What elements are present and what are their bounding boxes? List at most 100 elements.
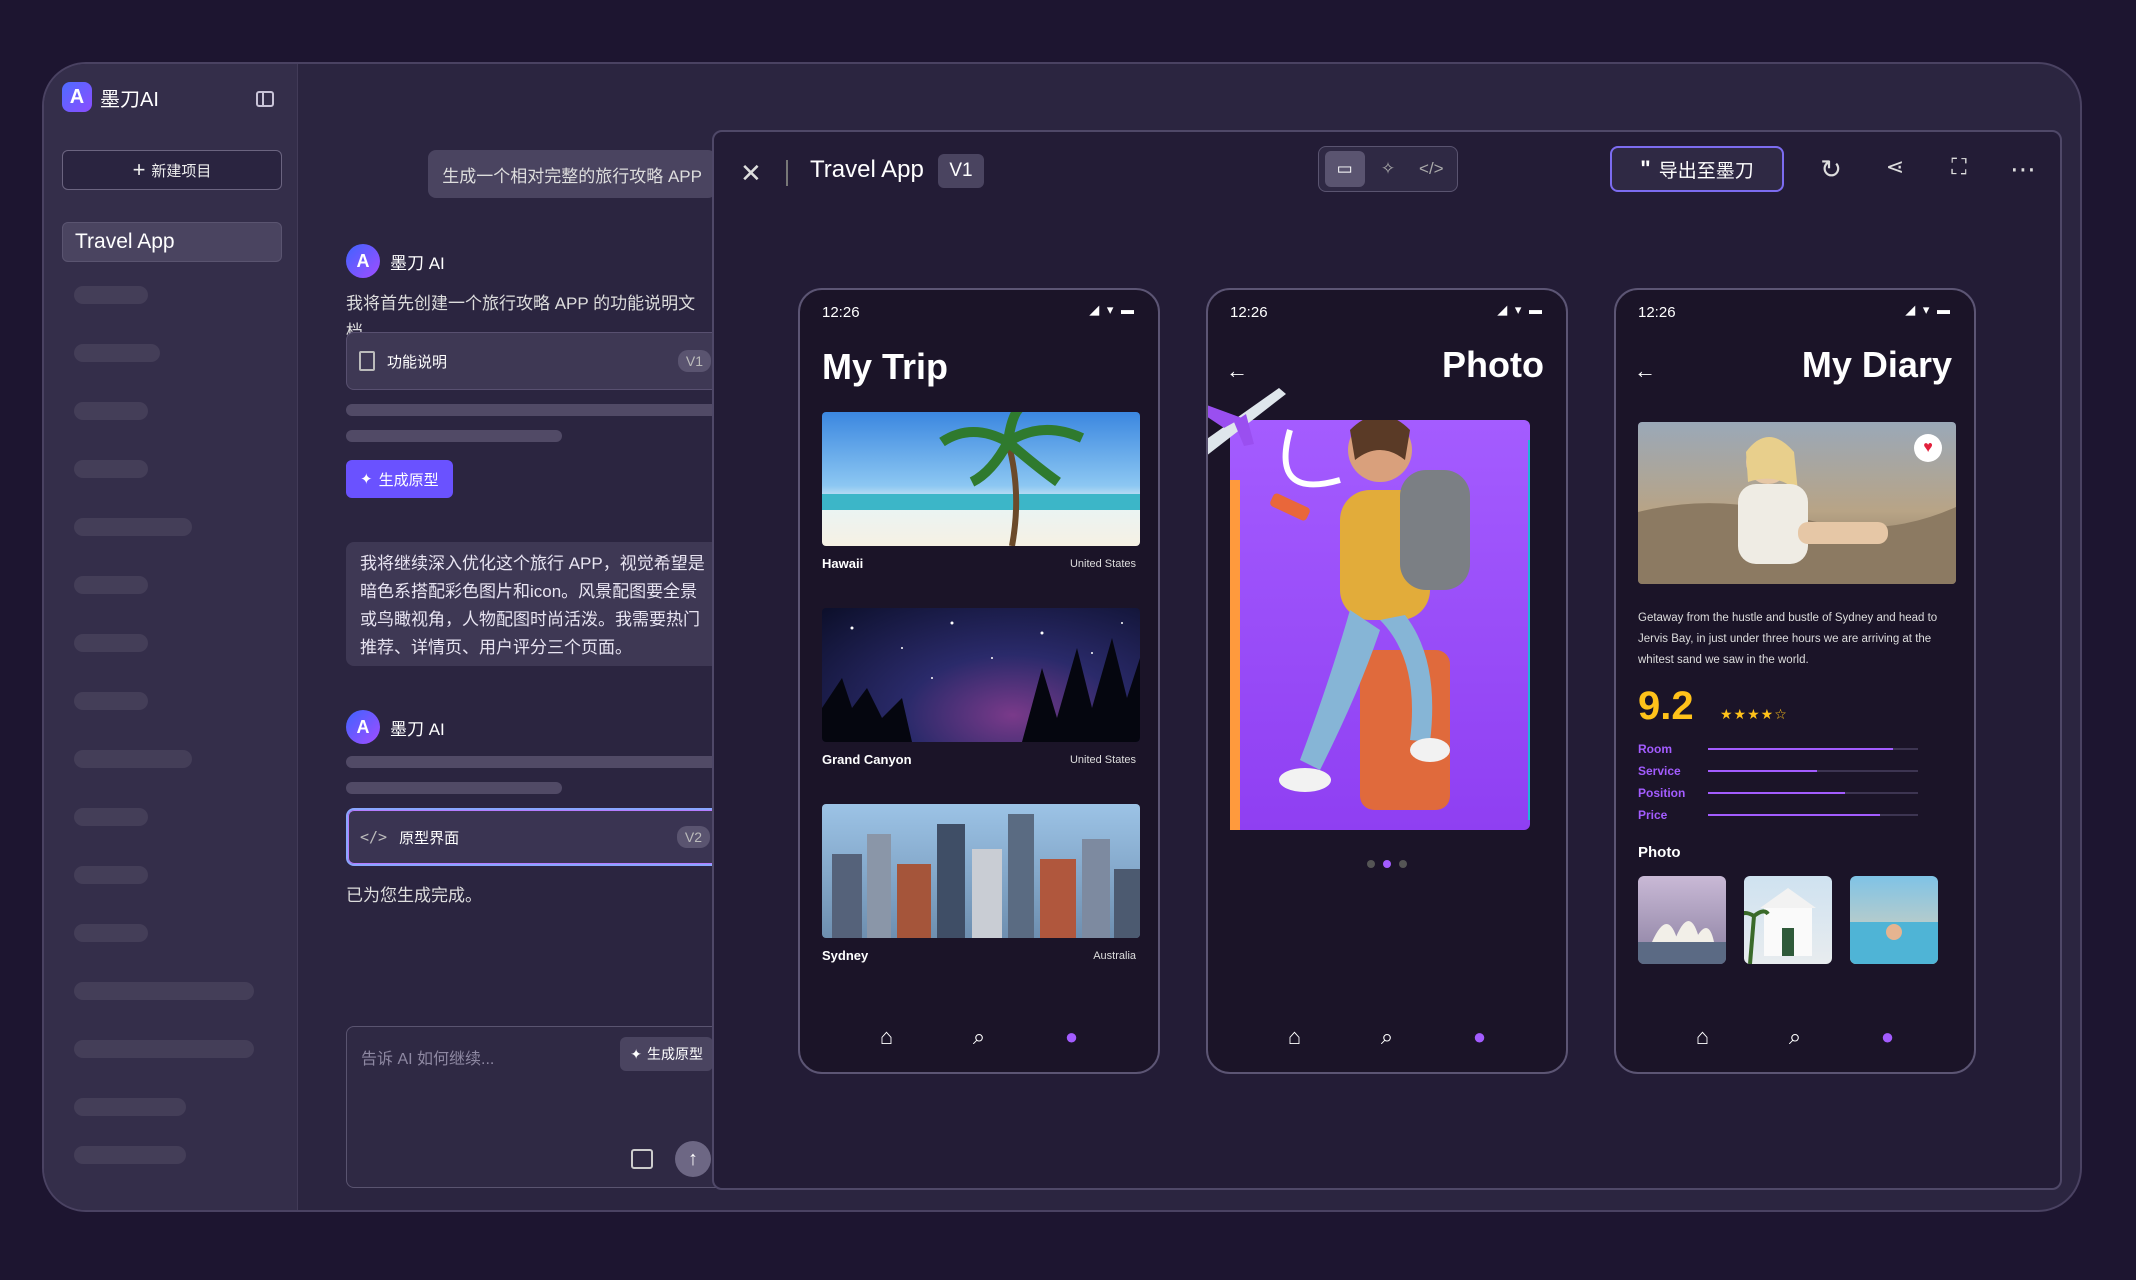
- bottom-nav: ⌂ ⌕ ●: [1208, 1024, 1566, 1050]
- sidebar: A 墨刀AI + 新建项目 Travel App: [44, 64, 298, 1210]
- ai-avatar-icon: A: [346, 710, 380, 744]
- destination-name: Sydney: [822, 948, 869, 963]
- home-icon[interactable]: ⌂: [1696, 1024, 1709, 1050]
- sidebar-placeholder: [74, 692, 148, 710]
- rating-fill: [1708, 792, 1845, 794]
- doc-card-prototype[interactable]: </> 原型界面 V2: [346, 808, 724, 866]
- profile-icon[interactable]: ●: [1473, 1024, 1486, 1050]
- refresh-icon[interactable]: ↻: [1816, 154, 1846, 185]
- fullscreen-icon[interactable]: ⛶: [1944, 154, 1974, 180]
- code-mode-icon[interactable]: </>: [1411, 151, 1451, 187]
- destination-image-sydney[interactable]: [822, 804, 1140, 938]
- close-icon[interactable]: ✕: [740, 158, 762, 189]
- phone-photo: 12:26 ◢ ▾ ▬ ← Photo ⌂ ⌕ ●: [1206, 288, 1568, 1074]
- sidebar-item-travel-app[interactable]: Travel App: [62, 222, 282, 262]
- plus-icon: +: [132, 157, 146, 182]
- traveler-photo[interactable]: [1230, 415, 1540, 830]
- destination-image-grand-canyon[interactable]: [822, 608, 1140, 742]
- sidebar-placeholder: [74, 344, 160, 362]
- diary-photo[interactable]: ♥: [1638, 422, 1956, 584]
- search-icon[interactable]: ⌕: [1789, 1024, 1801, 1050]
- generate-prototype-button[interactable]: ✦ 生成原型: [346, 460, 453, 498]
- bottom-nav: ⌂ ⌕ ●: [800, 1024, 1158, 1050]
- preview-mode-icon[interactable]: ▭: [1324, 151, 1365, 187]
- doc-card-feature-spec[interactable]: 功能说明 V1: [346, 332, 724, 390]
- screen-title: My Trip: [822, 346, 949, 387]
- photo-thumbnail-pool[interactable]: [1850, 876, 1938, 964]
- done-message: 已为您生成完成。: [346, 886, 482, 905]
- view-mode-toggle: ▭ ✧ </>: [1318, 146, 1458, 192]
- home-icon[interactable]: ⌂: [880, 1024, 893, 1050]
- divider: [786, 160, 788, 186]
- sidebar-toggle-icon[interactable]: [256, 91, 274, 107]
- phone-my-diary: 12:26 ◢ ▾ ▬ ← My Diary ♥ Getaway from th…: [1614, 288, 1976, 1074]
- rating-bar: [1708, 792, 1918, 794]
- select-mode-icon[interactable]: ✧: [1368, 151, 1408, 187]
- pool-illustration: [1850, 922, 1938, 964]
- version-badge: V1: [677, 350, 711, 372]
- logo-icon: A: [62, 82, 92, 112]
- sidebar-placeholder: [74, 576, 148, 594]
- city-illustration: [832, 814, 1140, 938]
- send-button[interactable]: ↑: [675, 1141, 711, 1177]
- input-generate-button[interactable]: ✦ 生成原型: [620, 1037, 713, 1071]
- rating-service: Service: [1638, 764, 1918, 778]
- loading-bar: [346, 404, 724, 416]
- preview-title: Travel App: [810, 156, 924, 183]
- woman-on-rocks-illustration: [1638, 437, 1956, 584]
- palm-illustration: [822, 412, 1140, 546]
- sidebar-placeholder: [74, 750, 192, 768]
- diary-description: Getaway from the hustle and bustle of Sy…: [1638, 612, 1938, 666]
- request-message: 我将继续深入优化这个旅行 APP，视觉希望是暗色系搭配彩色图片和icon。风景配…: [346, 542, 724, 666]
- preview-panel: ✕ Travel App V1 ▭ ✧ </> " 导出至墨刀 ↻ ⋖ ⛶ ⋯ …: [712, 130, 2062, 1190]
- search-icon[interactable]: ⌕: [973, 1024, 985, 1050]
- home-icon[interactable]: ⌂: [1288, 1024, 1301, 1050]
- destination-name: Hawaii: [822, 556, 864, 571]
- sidebar-placeholder: [74, 1098, 186, 1116]
- destination-image-hawaii[interactable]: [822, 412, 1140, 546]
- arrow-up-icon: ↑: [688, 1147, 698, 1170]
- share-icon[interactable]: ⋖: [1880, 154, 1910, 180]
- destination-country: United States: [1069, 754, 1136, 766]
- doc-card-label: 功能说明: [387, 353, 448, 371]
- status-time: 12:26: [1638, 304, 1676, 321]
- ai-avatar-icon: A: [346, 244, 380, 278]
- modao-logo-icon: ": [1640, 156, 1651, 181]
- rating-fill: [1708, 748, 1893, 750]
- carousel-dot-active[interactable]: [1383, 860, 1391, 868]
- rating-score: 9.2: [1638, 684, 1694, 728]
- chat-input[interactable]: 告诉 AI 如何继续... ✦ 生成原型 ↑: [346, 1026, 724, 1188]
- more-icon[interactable]: ⋯: [2008, 154, 2038, 185]
- app-logo: A 墨刀AI: [62, 82, 159, 112]
- screen-title: My Diary: [1801, 344, 1952, 385]
- app-name: 墨刀AI: [100, 88, 159, 111]
- favorite-heart-icon[interactable]: ♥: [1914, 434, 1942, 462]
- search-icon[interactable]: ⌕: [1381, 1024, 1393, 1050]
- version-selector[interactable]: V1: [938, 154, 984, 188]
- image-upload-icon[interactable]: [631, 1149, 653, 1169]
- new-project-label: 新建项目: [151, 162, 212, 180]
- export-button[interactable]: " 导出至墨刀: [1610, 146, 1784, 192]
- rating-bar: [1708, 748, 1918, 750]
- rating-label: Room: [1638, 742, 1672, 756]
- new-project-button[interactable]: + 新建项目: [62, 150, 282, 190]
- sidebar-placeholder: [74, 286, 148, 304]
- ai-name: 墨刀 AI: [390, 253, 445, 273]
- profile-icon[interactable]: ●: [1881, 1024, 1894, 1050]
- app-window: A 墨刀AI + 新建项目 Travel App 生成一个相对完整的旅行攻略 A…: [42, 62, 2082, 1212]
- doc-card-label: 原型界面: [399, 829, 460, 847]
- bottom-nav: ⌂ ⌕ ●: [1616, 1024, 1974, 1050]
- photo-section-title: Photo: [1638, 844, 1681, 861]
- sidebar-placeholder: [74, 866, 148, 884]
- profile-icon[interactable]: ●: [1065, 1024, 1078, 1050]
- photo-thumbnail-villa[interactable]: [1744, 876, 1832, 964]
- carousel-dot[interactable]: [1367, 860, 1375, 868]
- sidebar-placeholder: [74, 808, 148, 826]
- rating-label: Price: [1638, 808, 1668, 822]
- back-arrow-icon[interactable]: ←: [1634, 358, 1656, 384]
- traveler-illustration: [1230, 415, 1540, 830]
- photo-thumbnail-opera-house[interactable]: [1638, 876, 1726, 964]
- user-message: 生成一个相对完整的旅行攻略 APP: [428, 150, 716, 198]
- chat-panel: 生成一个相对完整的旅行攻略 APP A 墨刀 AI 我将首先创建一个旅行攻略 A…: [314, 64, 734, 1210]
- carousel-dot[interactable]: [1399, 860, 1407, 868]
